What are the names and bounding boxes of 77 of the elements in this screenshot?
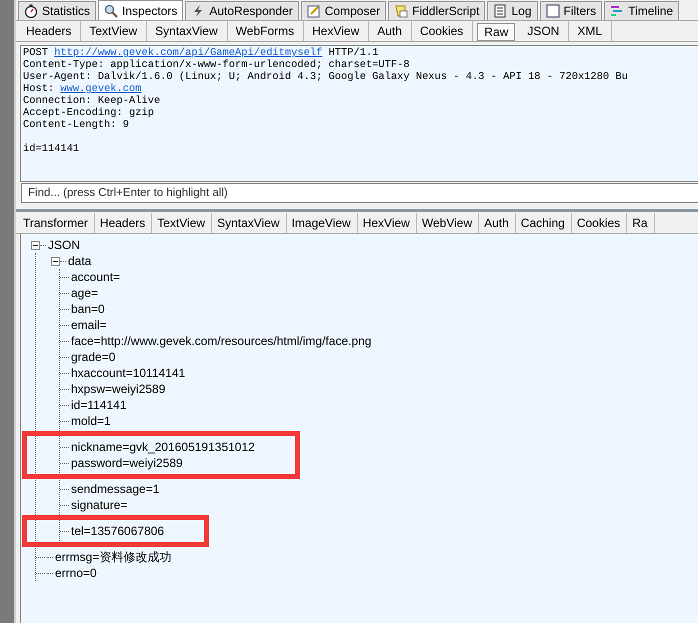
header-text: POST: [23, 47, 49, 59]
response-view-tab[interactable]: Cookies: [572, 213, 628, 233]
tab-label: FiddlerScript: [412, 4, 480, 18]
tree-node[interactable]: data: [68, 254, 92, 268]
tab-label: Composer: [324, 4, 380, 18]
stopwatch-icon: [24, 4, 38, 18]
header-text: Content-Length: 9: [23, 119, 130, 131]
timeline-icon: [610, 4, 624, 18]
tree-node[interactable]: account=: [71, 270, 120, 284]
tree-node[interactable]: signature=: [71, 498, 128, 512]
inspector-tab[interactable]: FiddlerScript: [388, 1, 486, 20]
response-view-tab[interactable]: TextView: [152, 213, 212, 233]
script-scroll-icon: [394, 4, 408, 18]
response-view-tab[interactable]: Ra: [627, 213, 655, 233]
response-view-tab[interactable]: Auth: [479, 213, 516, 233]
tree-node[interactable]: errmsg=资料修改成功: [55, 548, 172, 566]
tree-node[interactable]: face=http://www.gevek.com/resources/html/img/face.png: [71, 334, 372, 348]
url-link[interactable]: www.gevek.com: [60, 83, 142, 95]
request-view-tab[interactable]: TextView: [81, 21, 148, 41]
pencil-paper-icon: [306, 4, 321, 18]
inspector-tab[interactable]: Composer: [300, 1, 386, 20]
tree-node[interactable]: email=: [71, 318, 107, 332]
collapse-icon[interactable]: [51, 256, 60, 266]
tab-label: Filters: [564, 4, 596, 18]
request-view-tab[interactable]: JSON: [519, 21, 570, 41]
find-field[interactable]: Find... (press Ctrl+Enter to highlight all): [21, 183, 698, 203]
tree-node[interactable]: ban=0: [71, 302, 105, 316]
document-icon: [493, 4, 508, 18]
inspector-tab[interactable]: Filters: [540, 1, 602, 20]
header-text: Accept-Encoding: gzip: [23, 107, 154, 119]
tab-label: Inspectors: [122, 4, 178, 18]
request-view-tab[interactable]: WebForms: [228, 21, 304, 41]
request-view-tab[interactable]: HexView: [304, 21, 370, 41]
response-view-tab[interactable]: HexView: [358, 213, 417, 233]
response-view-tab[interactable]: SyntaxView: [212, 213, 287, 233]
tree-node[interactable]: nickname=gvk_201605191351012: [71, 440, 255, 454]
header-text: HTTP/1.1: [328, 47, 378, 59]
inspector-tab[interactable]: AutoResponder: [185, 1, 299, 20]
tab-label: Log: [511, 4, 532, 18]
tree-node[interactable]: hxpsw=weiyi2589: [71, 382, 166, 396]
response-view-tab[interactable]: WebView: [416, 213, 480, 233]
magnifier-icon: [104, 4, 118, 18]
tree-node[interactable]: mold=1: [71, 414, 111, 428]
inspector-tab[interactable]: Inspectors: [98, 0, 184, 20]
request-view-tab[interactable]: Auth: [369, 21, 412, 41]
response-view-tab[interactable]: ImageView: [286, 213, 358, 233]
request-view-tab[interactable]: Cookies: [412, 21, 474, 41]
tree-node[interactable]: JSON: [48, 238, 80, 252]
request-view-tab[interactable]: XML: [569, 21, 612, 41]
response-view-tab[interactable]: Transformer: [18, 213, 95, 233]
checkbox-icon: [546, 4, 560, 18]
tree-node[interactable]: errno=0: [55, 566, 97, 580]
request-view-tab[interactable]: Headers: [18, 21, 82, 41]
url-link[interactable]: http://www.gevek.com/api/GameApi/editmyself: [54, 47, 322, 59]
inspector-tab[interactable]: Log: [487, 1, 538, 20]
header-text: Host:: [23, 83, 56, 95]
inspector-tab[interactable]: Timeline: [604, 1, 680, 20]
tab-label: Timeline: [628, 4, 674, 18]
tree-node[interactable]: tel=13576067806: [71, 524, 164, 538]
tab-label: AutoResponder: [209, 4, 293, 18]
tree-node[interactable]: sendmessage=1: [71, 482, 160, 496]
collapse-icon[interactable]: [31, 240, 40, 250]
tree-node[interactable]: grade=0: [71, 350, 116, 364]
request-body: id=114141: [23, 143, 80, 155]
tab-label: Statistics: [42, 4, 90, 18]
header-text: User-Agent: Dalvik/1.6.0 (Linux; U; Android 4.3; Google Galaxy Nexus - 4.3 - API 18 - 720x1280 Bu: [23, 71, 628, 83]
response-view-tab[interactable]: Headers: [94, 213, 152, 233]
header-text: Content-Type: application/x-www-form-urlencoded; charset=UTF-8: [23, 59, 410, 71]
request-view-tab[interactable]: Raw: [477, 23, 516, 41]
tree-node[interactable]: hxaccount=10114141: [71, 366, 186, 380]
inspector-tab[interactable]: Statistics: [18, 1, 96, 20]
header-text: Connection: Keep-Alive: [23, 95, 160, 107]
response-view-tab[interactable]: Caching: [516, 213, 572, 233]
tree-node[interactable]: age=: [71, 286, 98, 300]
request-view-tab[interactable]: SyntaxView: [147, 21, 228, 41]
tree-node[interactable]: password=weiyi2589: [71, 456, 183, 470]
tree-node[interactable]: id=114141: [71, 398, 126, 412]
